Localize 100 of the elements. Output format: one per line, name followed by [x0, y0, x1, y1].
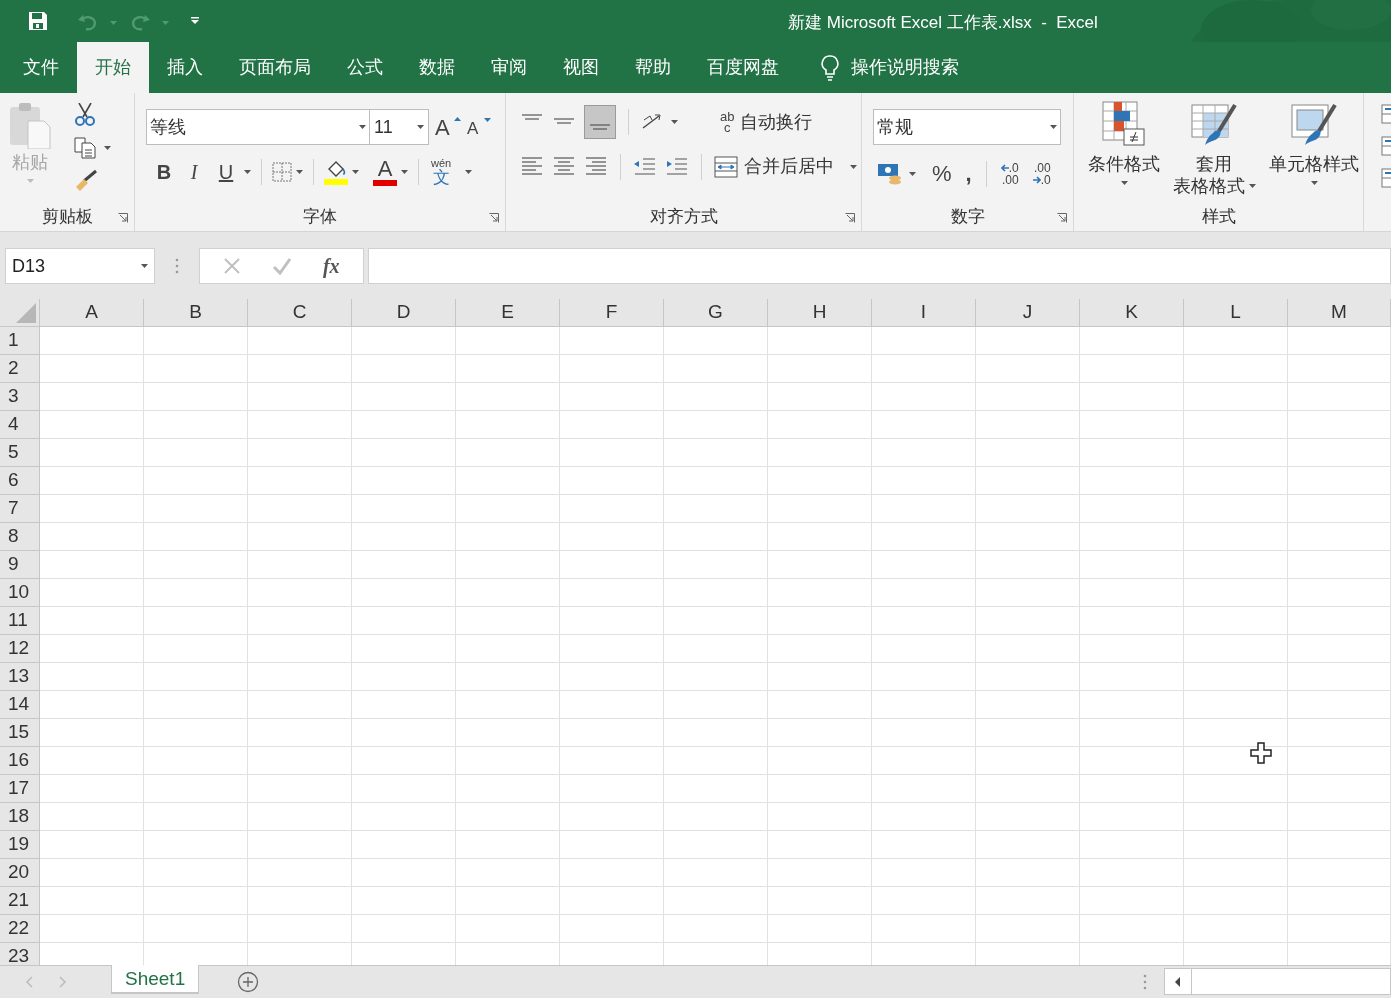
row-header[interactable]: 12 [0, 635, 40, 663]
grid-cell[interactable] [456, 439, 560, 467]
grid-cell[interactable] [1080, 803, 1184, 831]
fill-color-icon[interactable] [324, 159, 348, 185]
grid-cell[interactable] [1184, 607, 1288, 635]
grid-cell[interactable] [144, 747, 248, 775]
grid-cell[interactable] [248, 691, 352, 719]
grid-cell[interactable] [456, 635, 560, 663]
grid-cell[interactable] [872, 747, 976, 775]
row-header[interactable]: 1 [0, 327, 40, 355]
dialog-launcher-icon[interactable] [489, 213, 499, 223]
grid-cell[interactable] [1080, 551, 1184, 579]
row-header[interactable]: 23 [0, 943, 40, 965]
grid-cell[interactable] [248, 803, 352, 831]
grid-cell[interactable] [976, 327, 1080, 355]
bottom-align-button[interactable] [584, 105, 616, 139]
grid-cell[interactable] [248, 607, 352, 635]
customize-icon[interactable] [190, 17, 200, 25]
increase-font-size-button[interactable]: A [435, 110, 459, 144]
grid-cell[interactable] [768, 719, 872, 747]
grid-cell[interactable] [872, 803, 976, 831]
grid-cell[interactable] [40, 495, 144, 523]
grid-cell[interactable] [1288, 663, 1391, 691]
grid-cell[interactable] [456, 663, 560, 691]
add-sheet-icon[interactable] [237, 971, 260, 993]
row-header[interactable]: 11 [0, 607, 40, 635]
column-header[interactable]: D [352, 299, 456, 327]
grid-cell[interactable] [248, 551, 352, 579]
grid-cell[interactable] [1288, 691, 1391, 719]
grid-cell[interactable] [352, 523, 456, 551]
insert-function-button[interactable]: fx [322, 251, 340, 281]
scroll-right-icon[interactable] [59, 976, 67, 988]
grid-cell[interactable] [352, 887, 456, 915]
grid-cell[interactable] [1184, 327, 1288, 355]
grid-cell[interactable] [352, 831, 456, 859]
ribbon-tab[interactable]: 公式 [329, 42, 401, 93]
grid-cell[interactable] [352, 327, 456, 355]
increase-decimal-button[interactable]: .0 .00 [1000, 161, 1019, 186]
grid-cell[interactable] [1288, 859, 1391, 887]
grip-icon[interactable] [1143, 974, 1147, 990]
grid-cell[interactable] [144, 579, 248, 607]
grid-cell[interactable] [768, 495, 872, 523]
grid-cell[interactable] [248, 439, 352, 467]
grid-cell[interactable] [560, 579, 664, 607]
row-header[interactable]: 18 [0, 803, 40, 831]
grid-cell[interactable] [352, 719, 456, 747]
grid-cell[interactable] [1184, 551, 1288, 579]
grid-cell[interactable] [1288, 411, 1391, 439]
grid-cell[interactable] [1184, 831, 1288, 859]
grid-cell[interactable] [768, 635, 872, 663]
grid-cell[interactable] [872, 551, 976, 579]
column-header[interactable]: M [1288, 299, 1391, 327]
grid-cell[interactable] [976, 775, 1080, 803]
grid-cell[interactable] [456, 383, 560, 411]
column-header[interactable]: I [872, 299, 976, 327]
grid-cell[interactable] [456, 411, 560, 439]
grid-cell[interactable] [456, 607, 560, 635]
row-header[interactable]: 22 [0, 915, 40, 943]
grid-cell[interactable] [768, 327, 872, 355]
grid-cell[interactable] [976, 551, 1080, 579]
row-header[interactable]: 7 [0, 495, 40, 523]
grid-cell[interactable] [1288, 887, 1391, 915]
grid-cell[interactable] [1288, 607, 1391, 635]
grid-cell[interactable] [560, 551, 664, 579]
grid-cell[interactable] [1080, 327, 1184, 355]
grid-cell[interactable] [1080, 355, 1184, 383]
grid-cell[interactable] [352, 579, 456, 607]
grid-cell[interactable] [560, 411, 664, 439]
row-header[interactable]: 16 [0, 747, 40, 775]
grid-cell[interactable] [664, 383, 768, 411]
grid-cell[interactable] [352, 775, 456, 803]
increase-indent-icon[interactable] [665, 155, 689, 178]
grid-cell[interactable] [1184, 691, 1288, 719]
column-header[interactable]: C [248, 299, 352, 327]
grid-cell[interactable] [664, 719, 768, 747]
grid-cell[interactable] [768, 663, 872, 691]
number-format-field[interactable]: 常规 [873, 109, 1061, 145]
grid-cell[interactable] [872, 523, 976, 551]
grid-cell[interactable] [768, 691, 872, 719]
cancel-icon[interactable] [223, 257, 242, 275]
grid-cell[interactable] [560, 607, 664, 635]
grid-cell[interactable] [872, 719, 976, 747]
grid-cell[interactable] [664, 663, 768, 691]
grid-cell[interactable] [664, 607, 768, 635]
grid-cell[interactable] [456, 523, 560, 551]
grid-cell[interactable] [40, 831, 144, 859]
grid-cell[interactable] [872, 467, 976, 495]
grip-icon[interactable] [175, 258, 179, 274]
grid-cell[interactable] [976, 663, 1080, 691]
grid-cell[interactable] [560, 831, 664, 859]
grid-cell[interactable] [456, 803, 560, 831]
grid-cell[interactable] [1184, 775, 1288, 803]
grid-cell[interactable] [664, 411, 768, 439]
grid-cell[interactable] [248, 719, 352, 747]
grid-cell[interactable] [664, 915, 768, 943]
grid-cell[interactable] [560, 915, 664, 943]
row-header[interactable]: 6 [0, 467, 40, 495]
grid-cell[interactable] [352, 747, 456, 775]
column-header[interactable]: L [1184, 299, 1288, 327]
decrease-indent-icon[interactable] [633, 155, 657, 178]
